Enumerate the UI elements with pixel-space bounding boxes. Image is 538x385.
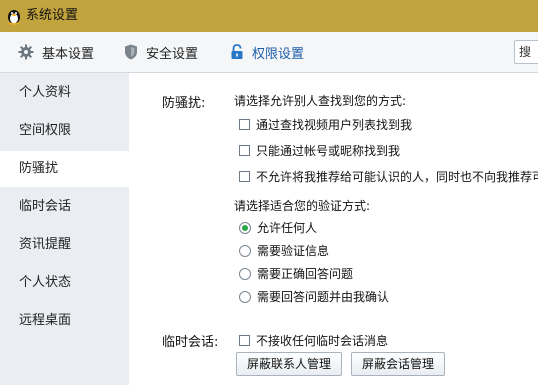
sidebar-item-space-permission[interactable]: 空间权限	[0, 113, 129, 149]
shield-icon	[125, 44, 137, 60]
temp-session-reject-label: 不接收任何临时会话消息	[256, 334, 389, 348]
verify-option-answer-confirm-label: 需要回答问题并由我确认	[257, 290, 390, 304]
tab-permission-settings-label: 权限设置	[252, 46, 305, 62]
find-option-account-only[interactable]: 只能通过帐号或昵称找到我	[239, 142, 400, 159]
tab-security-settings[interactable]: 安全设置	[124, 32, 198, 72]
window-title: 系统设置	[26, 8, 79, 23]
settings-toolbar: 基本设置 安全设置 权限设置 搜	[0, 32, 538, 73]
verify-method-prompt: 请选择适合您的验证方式:	[234, 199, 371, 213]
sidebar-item-temp-session[interactable]: 临时会话	[0, 189, 129, 225]
block-contacts-manage-button[interactable]: 屏蔽联系人管理	[236, 352, 343, 376]
search-input-text: 搜	[519, 45, 532, 59]
block-sessions-manage-button[interactable]: 屏蔽会话管理	[351, 352, 446, 376]
verify-option-correct-answer[interactable]: 需要正确回答问题	[239, 265, 353, 282]
penguin-icon	[6, 7, 22, 25]
settings-sidebar: 个人资料 空间权限 防骚扰 临时会话 资讯提醒 个人状态 远程桌面	[0, 73, 129, 385]
verify-option-need-info[interactable]: 需要验证信息	[239, 242, 329, 259]
tab-security-settings-label: 安全设置	[146, 46, 199, 62]
checkbox[interactable]	[239, 145, 250, 156]
tab-basic-settings[interactable]: 基本设置	[18, 32, 94, 72]
search-input[interactable]: 搜	[514, 40, 538, 64]
find-option-video-list-label: 通过查找视频用户列表找到我	[256, 118, 413, 132]
find-option-account-only-label: 只能通过帐号或昵称找到我	[256, 144, 401, 158]
radio-button[interactable]	[239, 290, 251, 303]
find-option-no-recommend-label: 不允许将我推荐给可能认识的人，同时也不向我推荐可	[256, 170, 538, 184]
sidebar-item-remote-desktop[interactable]: 远程桌面	[0, 303, 129, 339]
title-bar[interactable]: 系统设置	[0, 0, 538, 32]
checkbox[interactable]	[239, 171, 250, 182]
verify-option-need-info-label: 需要验证信息	[257, 244, 330, 258]
radio-button[interactable]	[239, 267, 251, 280]
find-method-prompt: 请选择允许别人查找到您的方式:	[234, 94, 407, 108]
verify-option-correct-answer-label: 需要正确回答问题	[257, 267, 354, 281]
checkbox[interactable]	[239, 335, 250, 346]
checkbox[interactable]	[239, 119, 250, 130]
sidebar-item-news-alert[interactable]: 资讯提醒	[0, 227, 129, 263]
temp-session-reject-option[interactable]: 不接收任何临时会话消息	[239, 332, 388, 349]
tab-permission-settings[interactable]: 权限设置	[230, 32, 304, 72]
sidebar-item-anti-harass[interactable]: 防骚扰	[0, 151, 129, 187]
verify-option-anyone[interactable]: 允许任何人	[239, 219, 317, 236]
radio-button[interactable]	[239, 221, 251, 234]
verify-option-anyone-label: 允许任何人	[257, 221, 318, 235]
find-option-video-list[interactable]: 通过查找视频用户列表找到我	[239, 116, 412, 133]
settings-panel: 防骚扰: 请选择允许别人查找到您的方式: 通过查找视频用户列表找到我 只能通过帐…	[129, 73, 538, 385]
sidebar-item-profile[interactable]: 个人资料	[0, 75, 129, 111]
radio-button[interactable]	[239, 244, 251, 257]
gear-icon	[18, 44, 34, 60]
verify-option-answer-confirm[interactable]: 需要回答问题并由我确认	[239, 288, 389, 305]
anti-harass-section-label: 防骚扰:	[162, 96, 206, 111]
lock-icon	[231, 44, 243, 59]
temp-session-section-label: 临时会话:	[162, 335, 219, 350]
tab-basic-settings-label: 基本设置	[42, 46, 95, 62]
find-option-no-recommend[interactable]: 不允许将我推荐给可能认识的人，同时也不向我推荐可	[239, 168, 538, 185]
sidebar-item-personal-status[interactable]: 个人状态	[0, 265, 129, 301]
